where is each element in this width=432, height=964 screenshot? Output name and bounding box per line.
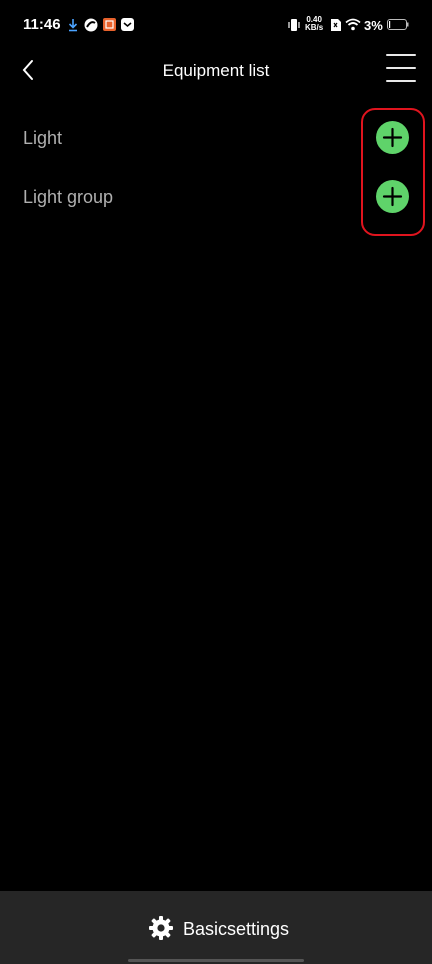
download-icon [68, 19, 78, 32]
list-item-label: Light group [23, 187, 114, 207]
app-notification-icon [121, 18, 134, 31]
home-indicator[interactable] [128, 959, 304, 962]
list-item-label: Light [23, 128, 63, 148]
bottom-bar: Basicsettings [0, 891, 432, 964]
app-notification-icon [84, 18, 98, 32]
menu-line [386, 80, 416, 82]
battery-icon [387, 19, 409, 30]
sim-icon [331, 19, 341, 31]
settings-label: Basicsettings [183, 919, 290, 939]
status-time: 11:46 [23, 16, 61, 33]
status-bar: 11:46 0.40 KB/s 3% [0, 0, 432, 52]
basic-settings-button[interactable]: Basicsettings [0, 891, 432, 964]
wifi-icon [345, 18, 361, 31]
app-notification-icon [103, 18, 116, 31]
hamburger-menu-icon[interactable] [386, 54, 416, 86]
battery-percent: 3% [364, 18, 383, 33]
network-speed-unit: KB/s [305, 23, 324, 32]
vibrate-icon [288, 19, 300, 31]
gear-icon [149, 916, 173, 940]
header: Equipment list [0, 52, 432, 92]
page-title: Equipment list [162, 61, 270, 80]
menu-line [386, 54, 416, 56]
network-speed: 0.40 KB/s [305, 16, 323, 32]
highlight-annotation [361, 108, 425, 236]
menu-line [386, 67, 416, 69]
